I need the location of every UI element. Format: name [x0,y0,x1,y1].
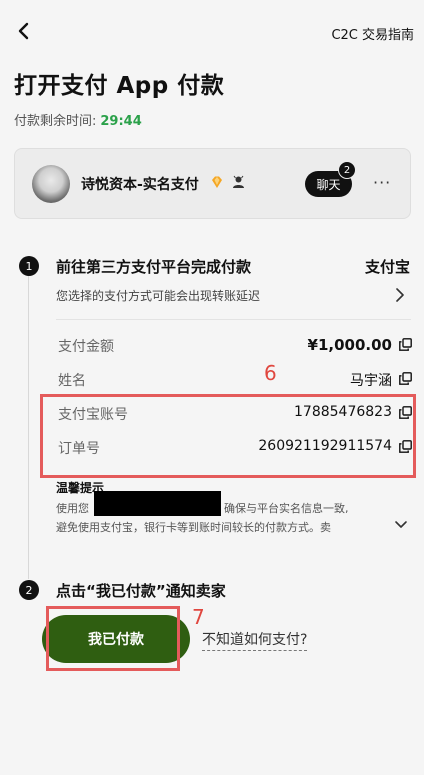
page-title: 打开支付 App 付款 [14,73,225,99]
step-1-title: 前往第三方支付平台完成付款 [56,258,252,276]
transfer-delay-hint[interactable]: 您选择的支付方式可能会出现转账延迟 [56,287,260,304]
notice-prefix: 使用您 [56,502,89,515]
diamond-badge-icon [212,176,222,188]
top-bar: C2C 交易指南 [0,0,424,64]
step-connector [28,274,29,579]
step-1-number: 1 [19,256,39,276]
annotation-label-6: 6 [264,361,277,385]
merchant-name[interactable]: 诗悦资本-实名支付 [81,174,199,194]
chevron-right-icon[interactable] [395,288,405,302]
copy-icon[interactable] [399,372,412,385]
how-to-pay-link[interactable]: 不知道如何支付? [202,629,308,651]
more-icon[interactable]: ··· [373,173,391,192]
name-row: 姓名 马宇涵 [57,368,412,390]
notice-suffix: 确保与平台实名信息一致, [224,502,349,515]
notice-text-line2: 避免使用支付宝，银行卡等到账时间较长的付款方式。卖 [56,521,331,534]
annotation-label-7: 7 [192,605,205,629]
amount-row: 支付金额 ¥1,000.00 [57,334,412,356]
amount-label: 支付金额 [58,339,114,355]
timer-label: 付款剩余时间: [14,114,97,129]
avatar [32,165,70,203]
step-2-title: 点击“我已付款”通知卖家 [56,582,226,600]
annotation-box-7 [46,606,180,671]
amount-value: ¥1,000.00 [307,336,392,354]
redaction-block [94,491,221,516]
annotation-box-6 [40,394,416,478]
payment-timer: 付款剩余时间: 29:44 [14,110,142,129]
verified-user-icon [233,175,244,188]
name-label: 姓名 [58,373,86,389]
chevron-left-icon[interactable] [14,21,34,41]
copy-icon[interactable] [399,338,412,351]
c2c-guide-link[interactable]: C2C 交易指南 [331,24,414,43]
merchant-card: 诗悦资本-实名支付 聊天 2 ··· [14,148,411,219]
payment-method: 支付宝 [364,258,410,276]
timer-value: 29:44 [100,114,142,129]
divider [56,319,411,320]
chevron-down-icon[interactable] [393,519,409,531]
name-value: 马宇涵 [350,373,392,389]
chat-unread-badge: 2 [338,161,356,179]
step-2-number: 2 [19,580,39,600]
